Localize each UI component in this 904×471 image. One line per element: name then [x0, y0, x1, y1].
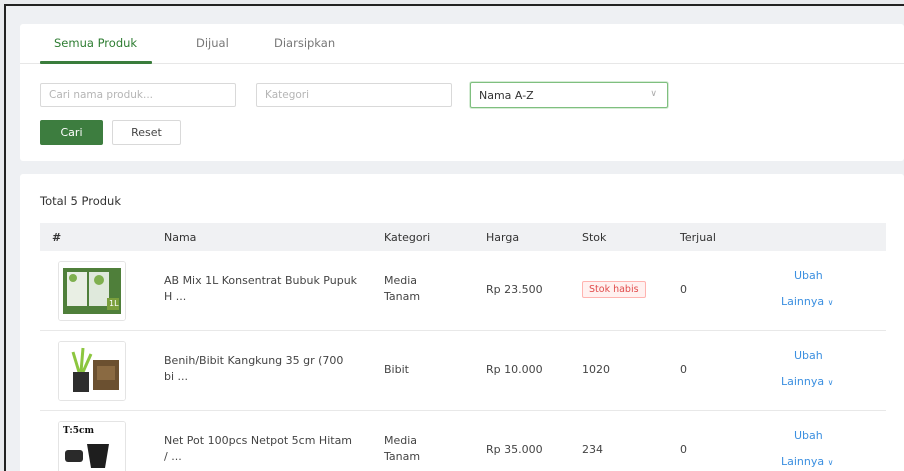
chevron-down-icon: ∨ [827, 378, 834, 387]
sort-select-value: Nama A-Z [479, 89, 534, 102]
thumb-label: 1L [109, 299, 119, 308]
column-terjual: Terjual [680, 231, 716, 244]
product-thumbnail[interactable] [58, 341, 126, 401]
product-price: Rp 10.000 [486, 363, 543, 376]
more-dropdown[interactable]: Lainnya ∨ [781, 375, 833, 388]
chevron-down-icon: ∨ [827, 458, 834, 467]
product-image [59, 342, 125, 400]
product-image [59, 262, 125, 320]
category-input[interactable] [256, 83, 452, 107]
column-nama: Nama [164, 231, 197, 244]
stock-status-badge: Stok habis [582, 281, 646, 298]
product-price: Rp 23.500 [486, 283, 543, 296]
search-button[interactable]: Cari [40, 120, 103, 145]
sort-select[interactable]: Nama A-Z ∨ [470, 82, 668, 108]
product-name: Net Pot 100pcs Netpot 5cm Hitam / ... [164, 434, 353, 463]
active-tab-indicator [40, 61, 152, 64]
edit-link[interactable]: Ubah [794, 349, 823, 362]
tab-dijual[interactable]: Dijual [196, 36, 229, 50]
product-sold: 0 [680, 363, 687, 376]
table-header: # Nama Kategori Harga Stok Terjual [40, 223, 886, 251]
product-stock: 234 [582, 443, 603, 456]
column-kategori: Kategori [384, 231, 431, 244]
product-name: Benih/Bibit Kangkung 35 gr (700 bi ... [164, 354, 344, 383]
product-sold: 0 [680, 443, 687, 456]
product-category: Media Tanam [384, 434, 421, 463]
thumb-label: T:5cm [63, 426, 94, 436]
product-thumbnail[interactable]: 1L [58, 261, 126, 321]
column-stok: Stok [582, 231, 607, 244]
table-row: Benih/Bibit Kangkung 35 gr (700 bi ... B… [40, 331, 886, 411]
edit-link[interactable]: Ubah [794, 269, 823, 282]
search-input[interactable] [40, 83, 236, 107]
more-dropdown[interactable]: Lainnya ∨ [781, 455, 833, 468]
product-thumbnail[interactable]: T:5cm [58, 421, 126, 471]
product-category: Bibit [384, 363, 409, 376]
product-name: AB Mix 1L Konsentrat Bubuk Pupuk H ... [164, 274, 358, 303]
chevron-down-icon: ∨ [650, 89, 657, 99]
reset-button[interactable]: Reset [112, 120, 181, 145]
more-dropdown[interactable]: Lainnya ∨ [781, 295, 833, 308]
product-tabs: Semua Produk Dijual Diarsipkan [20, 24, 904, 64]
column-index: # [52, 231, 62, 244]
tab-semua-produk[interactable]: Semua Produk [54, 36, 137, 50]
chevron-down-icon: ∨ [827, 298, 834, 307]
column-harga: Harga [486, 231, 520, 244]
product-price: Rp 35.000 [486, 443, 543, 456]
table-row: T:5cm Net Pot 100pcs Netpot 5cm Hitam / … [40, 411, 886, 471]
table-row: 1L AB Mix 1L Konsentrat Bubuk Pupuk H ..… [40, 251, 886, 331]
filter-card: Semua Produk Dijual Diarsipkan Nama A-Z … [20, 24, 904, 161]
app-frame: Semua Produk Dijual Diarsipkan Nama A-Z … [4, 4, 904, 471]
product-stock: 1020 [582, 363, 610, 376]
product-sold: 0 [680, 283, 687, 296]
tab-diarsipkan[interactable]: Diarsipkan [274, 36, 335, 50]
product-category: Media Tanam [384, 274, 421, 303]
total-products: Total 5 Produk [40, 194, 121, 208]
product-list-card: Total 5 Produk # Nama Kategori Harga Sto… [20, 174, 904, 471]
edit-link[interactable]: Ubah [794, 429, 823, 442]
